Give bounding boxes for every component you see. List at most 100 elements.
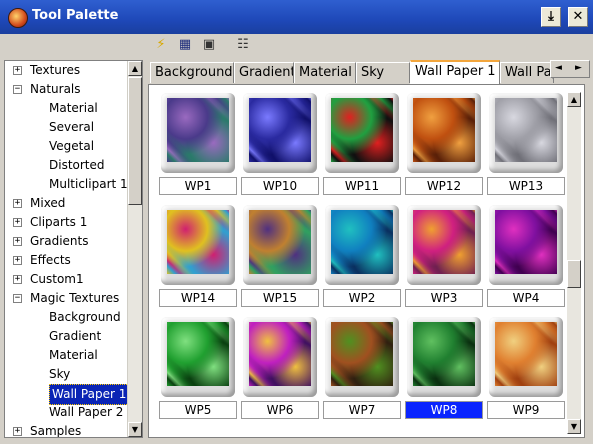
texture-image: [495, 210, 557, 274]
lightning-icon[interactable]: ⚡: [152, 36, 170, 54]
texture-image: [249, 210, 311, 274]
texture-thumbnail[interactable]: [489, 93, 563, 173]
collapse-icon[interactable]: −: [13, 294, 22, 303]
tree-item[interactable]: + Textures: [5, 61, 129, 80]
texture-thumbnail[interactable]: [489, 205, 563, 285]
category-tree[interactable]: + Samples Wall Paper 2 Wall Paper 1 Sky Mater…: [4, 60, 143, 438]
tree-item[interactable]: Wall Paper 2: [5, 403, 129, 422]
tab-scroll-right-icon[interactable]: ►: [575, 63, 582, 73]
texture-label: WP2: [323, 289, 401, 307]
toolbar: ⚡ ▦ ▣ ☷: [0, 34, 593, 58]
texture-label: WP1: [159, 177, 237, 195]
tree-scroll-up-icon[interactable]: ▲: [128, 61, 142, 76]
texture-thumbnail[interactable]: [243, 205, 317, 285]
tree-scrollbar[interactable]: ▲ ▼: [127, 61, 142, 437]
grid-scrollbar[interactable]: ▲ ▼: [567, 92, 581, 434]
title-bar[interactable]: Tool Palette ⤓ ✕: [0, 0, 593, 34]
tree-item[interactable]: − Magic Textures: [5, 289, 129, 308]
tree-item[interactable]: Vegetal: [5, 137, 129, 156]
tree-item[interactable]: + Custom1: [5, 270, 129, 289]
expand-icon[interactable]: +: [13, 237, 22, 246]
tree-item-label: Textures: [30, 63, 81, 77]
expand-icon[interactable]: +: [13, 256, 22, 265]
texture-label: WP4: [487, 289, 565, 307]
tree-item[interactable]: Sky: [5, 365, 129, 384]
expand-icon[interactable]: +: [13, 218, 22, 227]
texture-image: [495, 98, 557, 162]
expand-icon[interactable]: +: [13, 199, 22, 208]
texture-image: [167, 322, 229, 386]
pin-button[interactable]: ⤓: [541, 7, 561, 27]
tree-scroll-down-icon[interactable]: ▼: [128, 422, 142, 437]
texture-thumbnail[interactable]: [161, 205, 235, 285]
tab-gradient[interactable]: Gradient: [234, 62, 294, 83]
tree-item[interactable]: + Cliparts 1: [5, 213, 129, 232]
texture-thumbnail[interactable]: [325, 317, 399, 397]
texture-thumbnail[interactable]: [161, 317, 235, 397]
tree-item[interactable]: + Gradients: [5, 232, 129, 251]
texture-thumbnail[interactable]: [489, 317, 563, 397]
tree-item-label: Mixed: [30, 196, 66, 210]
texture-image: [249, 98, 311, 162]
tree-item-label: Effects: [30, 253, 71, 267]
texture-label: WP10: [241, 177, 319, 195]
tab-sky[interactable]: Sky: [356, 62, 410, 83]
tab-wall-paper-2[interactable]: Wall Paper 2: [500, 62, 554, 83]
tab-scroll-left-icon[interactable]: ◄: [555, 63, 562, 73]
tree-item[interactable]: Distorted: [5, 156, 129, 175]
texture-thumbnail[interactable]: [407, 317, 481, 397]
tree-scroll-thumb[interactable]: [128, 77, 142, 205]
tree-item[interactable]: Multiclipart 1: [5, 175, 129, 194]
texture-label: WP8: [405, 401, 483, 419]
tree-item[interactable]: + Mixed: [5, 194, 129, 213]
texture-thumbnail[interactable]: [407, 205, 481, 285]
texture-image: [331, 322, 393, 386]
texture-image: [413, 322, 475, 386]
collapse-icon[interactable]: −: [13, 85, 22, 94]
tree-item[interactable]: Background: [5, 308, 129, 327]
texture-thumbnail[interactable]: [243, 93, 317, 173]
expand-icon[interactable]: +: [13, 427, 22, 436]
tree-item[interactable]: Gradient: [5, 327, 129, 346]
expand-icon[interactable]: +: [13, 66, 22, 75]
tree-item-label: Background: [49, 310, 121, 324]
tree-item-label: Samples: [30, 424, 82, 438]
tab-material[interactable]: Material: [294, 62, 356, 83]
tree-item-label: Wall Paper 2: [49, 405, 124, 419]
grid-scroll-down-icon[interactable]: ▼: [567, 419, 581, 434]
grid-scroll-thumb[interactable]: [567, 260, 581, 288]
tab-wall-paper-1[interactable]: Wall Paper 1: [410, 60, 500, 84]
tree-item[interactable]: Material: [5, 346, 129, 365]
texture-thumbnail[interactable]: [325, 205, 399, 285]
tree-item[interactable]: + Effects: [5, 251, 129, 270]
texture-thumbnail[interactable]: [243, 317, 317, 397]
texture-image: [331, 98, 393, 162]
texture-label: WP3: [405, 289, 483, 307]
texture-thumbnail[interactable]: [325, 93, 399, 173]
tree-item[interactable]: Material: [5, 99, 129, 118]
tree-item-label: Gradients: [30, 234, 89, 248]
tab-background[interactable]: Background: [150, 62, 234, 83]
texture-thumbnail[interactable]: [161, 93, 235, 173]
properties-icon[interactable]: ▣: [200, 36, 218, 54]
texture-label: WP11: [323, 177, 401, 195]
thumbnails-view-icon[interactable]: ▦: [176, 36, 194, 54]
grid-scroll-up-icon[interactable]: ▲: [567, 92, 581, 107]
tree-item[interactable]: + Samples: [5, 422, 129, 438]
expand-icon[interactable]: +: [13, 275, 22, 284]
texture-image: [331, 210, 393, 274]
tree-item[interactable]: Several: [5, 118, 129, 137]
tree-item-label: Material: [49, 348, 98, 362]
texture-label: WP12: [405, 177, 483, 195]
texture-thumbnail[interactable]: [407, 93, 481, 173]
tree-item[interactable]: − Naturals: [5, 80, 129, 99]
texture-label: WP14: [159, 289, 237, 307]
tree-item-label: Cliparts 1: [30, 215, 88, 229]
tab-scroll-buttons[interactable]: ◄ ►: [550, 60, 590, 78]
close-button[interactable]: ✕: [568, 7, 588, 27]
tree-view-icon[interactable]: ☷: [234, 36, 252, 54]
tree-item-label: Custom1: [30, 272, 84, 286]
tree-item-label: Several: [49, 120, 95, 134]
tree-item[interactable]: Wall Paper 1: [5, 384, 130, 405]
texture-label: WP13: [487, 177, 565, 195]
